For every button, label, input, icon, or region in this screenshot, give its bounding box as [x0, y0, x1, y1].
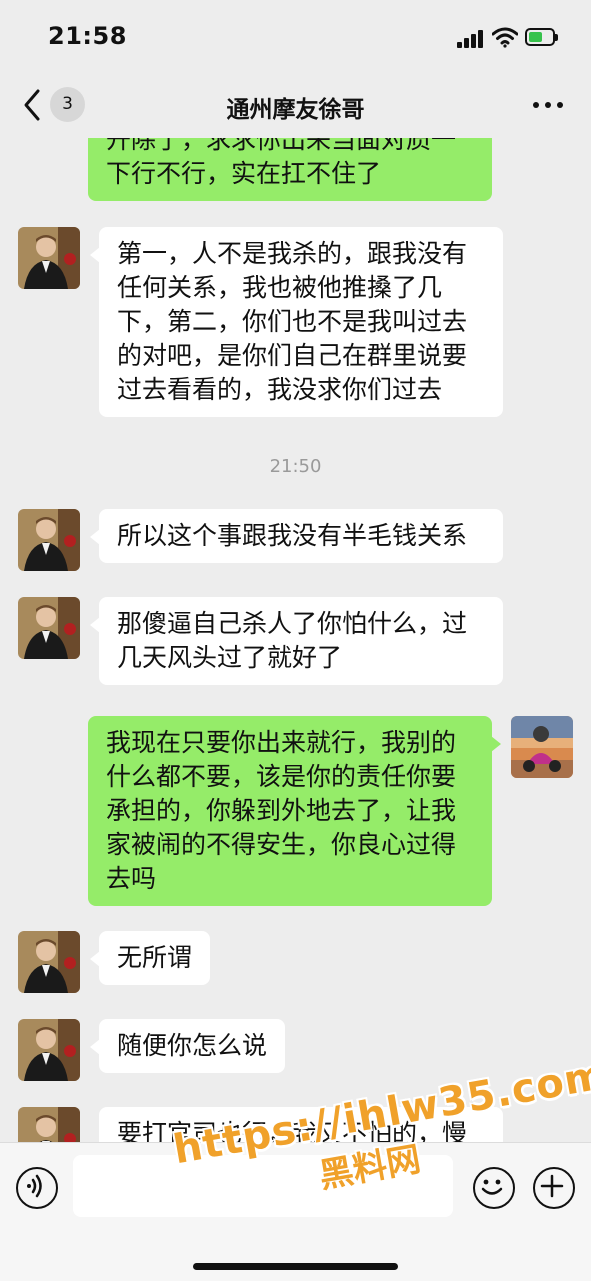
- plus-icon[interactable]: [533, 1167, 575, 1209]
- message-timestamp: 21:50: [269, 456, 322, 477]
- incoming-message[interactable]: 随便你怎么说: [89, 1019, 286, 1073]
- contact-avatar[interactable]: [18, 931, 80, 993]
- chat-title: 通州摩友徐哥: [226, 97, 365, 123]
- voice-icon[interactable]: [16, 1167, 58, 1209]
- my-avatar[interactable]: [511, 716, 573, 778]
- contact-avatar[interactable]: [18, 1019, 80, 1081]
- contact-avatar[interactable]: [18, 1107, 80, 1142]
- status-time: 21:58: [48, 22, 127, 50]
- emoji-icon[interactable]: [473, 1167, 515, 1209]
- contact-avatar[interactable]: [18, 509, 80, 571]
- battery-icon: [525, 28, 558, 46]
- contact-avatar[interactable]: [18, 597, 80, 659]
- contact-avatar[interactable]: [18, 227, 80, 289]
- incoming-message[interactable]: 所以这个事跟我没有半毛钱关系: [90, 509, 503, 563]
- incoming-message[interactable]: 无所谓: [89, 931, 211, 985]
- status-bar: 21:58: [0, 0, 591, 76]
- signal-icon: [457, 30, 485, 48]
- incoming-message[interactable]: 那傻逼自己杀人了你怕什么，过几天风头过了就好了: [90, 597, 503, 685]
- outgoing-message[interactable]: 我现在只要你出来就行，我别的什么都不要，该是你的责任你要承担的，你躲到外地去了，…: [88, 716, 501, 906]
- home-indicator: [193, 1263, 398, 1270]
- more-icon[interactable]: [533, 102, 563, 110]
- chat-header: 3 通州摩友徐哥: [0, 76, 591, 138]
- incoming-message[interactable]: 第一，人不是我杀的，跟我没有任何关系，我也被他推搡了几下，第二，你们也不是我叫过…: [90, 227, 503, 417]
- outgoing-message[interactable]: 开除了，求求你出来当面对质一下行不行，实在扛不住了: [88, 138, 492, 201]
- message-list[interactable]: 开除了，求求你出来当面对质一下行不行，实在扛不住了 第一，人不是我杀的，跟我没有…: [0, 138, 591, 1142]
- wifi-icon: [492, 27, 518, 48]
